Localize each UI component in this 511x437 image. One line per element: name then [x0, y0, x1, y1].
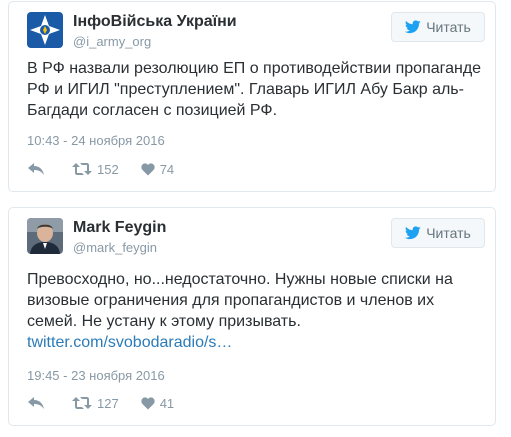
tweet-actions: 152 74 — [27, 159, 196, 179]
avatar[interactable] — [27, 12, 63, 48]
heart-icon — [141, 162, 155, 175]
retweet-count: 152 — [97, 161, 119, 177]
tweet-actions: 127 41 — [27, 393, 196, 413]
heart-icon — [141, 396, 155, 409]
follow-label: Читать — [426, 225, 471, 241]
tweet-date[interactable]: 19:45 - 23 ноября 2016 — [27, 368, 165, 383]
twitter-bird-icon — [405, 226, 421, 240]
avatar[interactable] — [27, 218, 63, 254]
reply-button[interactable] — [27, 396, 50, 410]
follow-button[interactable]: Читать — [391, 218, 485, 248]
follow-label: Читать — [426, 19, 471, 35]
retweet-icon — [72, 397, 92, 409]
army-emblem-icon — [27, 12, 63, 48]
tweet-date[interactable]: 10:43 - 24 ноября 2016 — [27, 133, 165, 148]
tweet-card: ІнфоВійська України @i_army_org Читать В… — [8, 1, 496, 192]
profile-photo-icon — [27, 218, 63, 254]
reply-icon — [28, 397, 44, 409]
tweet-text-block: Превосходно, но...недостаточно. Нужны но… — [27, 269, 487, 353]
like-count: 74 — [159, 161, 175, 177]
follow-button[interactable]: Читать — [391, 12, 485, 42]
tweet-text: Превосходно, но...недостаточно. Нужны но… — [27, 271, 453, 330]
retweet-button[interactable]: 152 — [72, 162, 119, 177]
reply-icon — [28, 163, 44, 175]
author-name[interactable]: Mark Feygin — [73, 219, 166, 237]
tweet-text: В РФ назвали резолюцию ЕП о противодейст… — [27, 60, 482, 119]
author-handle[interactable]: @mark_feygin — [73, 240, 157, 255]
author-handle[interactable]: @i_army_org — [73, 34, 151, 49]
twitter-bird-icon — [405, 20, 421, 34]
retweet-count: 127 — [97, 395, 119, 411]
like-button[interactable]: 74 — [141, 162, 174, 177]
retweet-icon — [72, 163, 92, 175]
like-count: 41 — [159, 395, 175, 411]
tweet-link[interactable]: twitter.com/svobodaradio/s… — [27, 332, 487, 353]
retweet-button[interactable]: 127 — [72, 396, 119, 411]
tweet-card: Mark Feygin @mark_feygin Читать Превосхо… — [8, 207, 496, 426]
like-button[interactable]: 41 — [141, 396, 174, 411]
reply-button[interactable] — [27, 162, 50, 176]
author-name[interactable]: ІнфоВійська України — [73, 13, 237, 31]
